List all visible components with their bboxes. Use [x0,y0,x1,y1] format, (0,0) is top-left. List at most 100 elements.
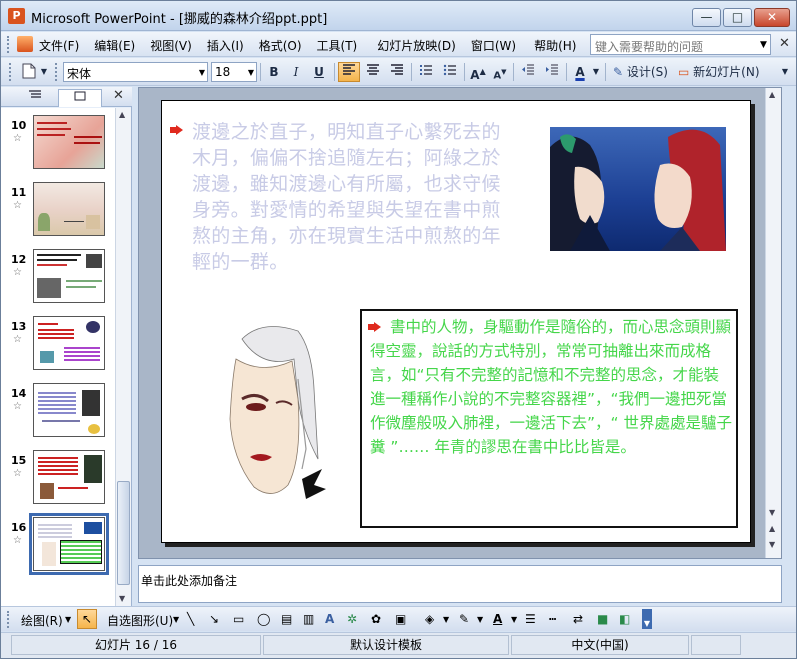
menu-slideshow[interactable]: 幻灯片放映(D) [377,37,456,54]
increase-indent-button[interactable] [541,62,563,82]
fill-color-icon[interactable]: ◈ [425,612,434,626]
scroll-up-icon[interactable]: ▲ [119,110,125,119]
status-empty-cell [691,635,741,655]
oval-tool-icon[interactable]: ◯ [257,612,270,626]
align-center-button[interactable] [362,62,384,82]
thumbnail-slide-11[interactable]: 11 ☆ [1,182,115,242]
dash-style-icon[interactable]: ┅ [549,612,556,626]
close-button[interactable]: ✕ [754,8,790,27]
anime-characters-picture[interactable] [550,127,726,251]
menu-window[interactable]: 窗口(W) [471,37,516,54]
minimize-button[interactable]: — [692,8,721,27]
slide-text-block-2[interactable]: 書中的人物，身驅動作是隨俗的，而心思念頭則顯得空靈，說話的方式特別，常常可抽離出… [370,315,732,459]
design-button[interactable]: ✎ 设计(S) [610,62,672,82]
new-slide-button[interactable]: ▭ 新幻灯片(N) [675,62,767,82]
draw-menu-button[interactable]: 绘图(R) [21,612,63,629]
font-dropdown-arrow-icon[interactable]: ▼ [199,68,205,77]
document-menu-icon[interactable] [17,36,33,52]
drawbar-grip[interactable] [7,611,11,628]
align-left-button[interactable] [338,62,360,82]
thumbnail-slide-15[interactable]: 15 ☆ [1,450,115,510]
menu-edit[interactable]: 编辑(E) [94,37,135,54]
new-document-icon[interactable] [19,62,39,82]
help-dropdown-arrow-icon[interactable]: ▼ [760,40,767,50]
arrow-style-icon[interactable]: ⇄ [573,612,583,626]
thumbnail-slide-12[interactable]: 12 ☆ [1,249,115,309]
numbering-button[interactable] [415,62,437,82]
thumbnails-scrollbar[interactable]: ▲ ▼ [115,108,131,607]
toolbar-grip-2[interactable] [55,63,59,81]
draw-font-color-dropdown-icon[interactable]: ▼ [511,615,517,624]
draw-font-color-icon[interactable]: A [493,612,502,626]
thumbnail-slide-10[interactable]: 10 ☆ [1,115,115,175]
font-color-dropdown-icon[interactable]: ▼ [591,62,601,82]
shadow-style-icon[interactable]: ■ [597,612,608,626]
notes-pane[interactable]: 单击此处添加备注 [138,565,782,603]
font-size-combo[interactable]: 18 ▼ [211,62,257,82]
autoshapes-button[interactable]: 自选图形(U) [107,612,173,629]
menu-format[interactable]: 格式(O) [259,37,302,54]
powerpoint-app-icon[interactable]: P [8,8,25,24]
decrease-font-button[interactable]: A▼ [490,62,510,82]
clipart-icon[interactable]: ✿ [371,612,381,626]
vertical-textbox-icon[interactable]: ▥ [303,612,314,626]
menu-help[interactable]: 帮助(H) [534,37,576,54]
bullets-button[interactable] [439,62,461,82]
scroll-thumb[interactable] [117,481,130,585]
3d-style-icon[interactable]: ◧ [619,612,630,626]
font-name-combo[interactable]: 宋体 ▼ [63,62,208,82]
font-color-button[interactable]: A [570,62,590,82]
slide-canvas[interactable]: 渡邊之於直子，明知直子心繫死去的木月，偏偏不捨追隨左右；阿綠之於渡邊，雖知渡邊心… [161,100,751,543]
select-pointer-icon[interactable]: ↖ [77,609,97,629]
drawbar-options-icon[interactable]: ▼ [642,609,652,629]
draw-dropdown-icon[interactable]: ▼ [65,615,71,624]
rectangle-tool-icon[interactable]: ▭ [233,612,244,626]
scroll-up-icon[interactable]: ▲ [769,90,775,99]
slide-text-box-2[interactable]: 書中的人物，身驅動作是隨俗的，而心思念頭則顯得空靈，說話的方式特別，常常可抽離出… [360,309,738,528]
scroll-down-icon[interactable]: ▼ [119,594,125,603]
design-template-status[interactable]: 默认设计模板 [263,635,509,655]
textbox-tool-icon[interactable]: ▤ [281,612,292,626]
maximize-button[interactable]: □ [723,8,752,27]
decrease-indent-button[interactable] [517,62,539,82]
align-right-button[interactable] [386,62,408,82]
toolbar-grip[interactable] [9,63,13,81]
line-color-dropdown-icon[interactable]: ▼ [477,615,483,624]
slides-icon [74,91,86,101]
tab-outline[interactable] [15,89,55,107]
line-tool-icon[interactable]: ╲ [187,612,194,626]
italic-button[interactable]: I [286,62,306,82]
document-close-icon[interactable]: ✕ [779,36,790,51]
arrow-tool-icon[interactable]: ↘ [209,612,219,626]
slide-text-block-1[interactable]: 渡邊之於直子，明知直子心繫死去的木月，偏偏不捨追隨左右；阿綠之於渡邊，雖知渡邊心… [192,119,502,275]
size-dropdown-arrow-icon[interactable]: ▼ [248,68,254,77]
line-color-icon[interactable]: ✎ [459,612,469,626]
panel-close-icon[interactable]: ✕ [113,88,124,103]
scroll-down-icon[interactable]: ▼ [769,508,775,517]
autoshapes-dropdown-icon[interactable]: ▼ [173,615,179,624]
menubar-grip[interactable] [7,36,11,53]
wordart-icon[interactable]: A [325,612,334,626]
slide-vertical-scrollbar[interactable]: ▲ ▼ ▲ ▼ [765,88,781,558]
woman-face-picture[interactable] [202,319,342,519]
toolbar-options-icon[interactable]: ▼ [778,62,792,82]
tab-slides[interactable] [58,89,102,107]
diagram-icon[interactable]: ✲ [347,612,357,626]
toolbar-overflow-icon[interactable]: ▼ [39,62,49,82]
help-search-input[interactable]: 键入需要帮助的问题 [590,34,771,55]
bold-button[interactable]: B [264,62,284,82]
menu-view[interactable]: 视图(V) [150,37,192,54]
menu-insert[interactable]: 插入(I) [207,37,244,54]
thumbnail-slide-13[interactable]: 13 ☆ [1,316,115,376]
line-style-icon[interactable]: ☰ [525,612,536,626]
menu-file[interactable]: 文件(F) [39,37,79,54]
underline-button[interactable]: U [309,62,329,82]
next-slide-icon[interactable]: ▼ [769,540,775,549]
picture-icon[interactable]: ▣ [395,612,406,626]
thumbnail-slide-14[interactable]: 14 ☆ [1,383,115,443]
menu-tools[interactable]: 工具(T) [317,37,358,54]
thumbnail-slide-16[interactable]: 16 ☆ [1,513,115,577]
fill-color-dropdown-icon[interactable]: ▼ [443,615,449,624]
previous-slide-icon[interactable]: ▲ [769,524,775,533]
increase-font-button[interactable]: A▲ [468,62,488,82]
